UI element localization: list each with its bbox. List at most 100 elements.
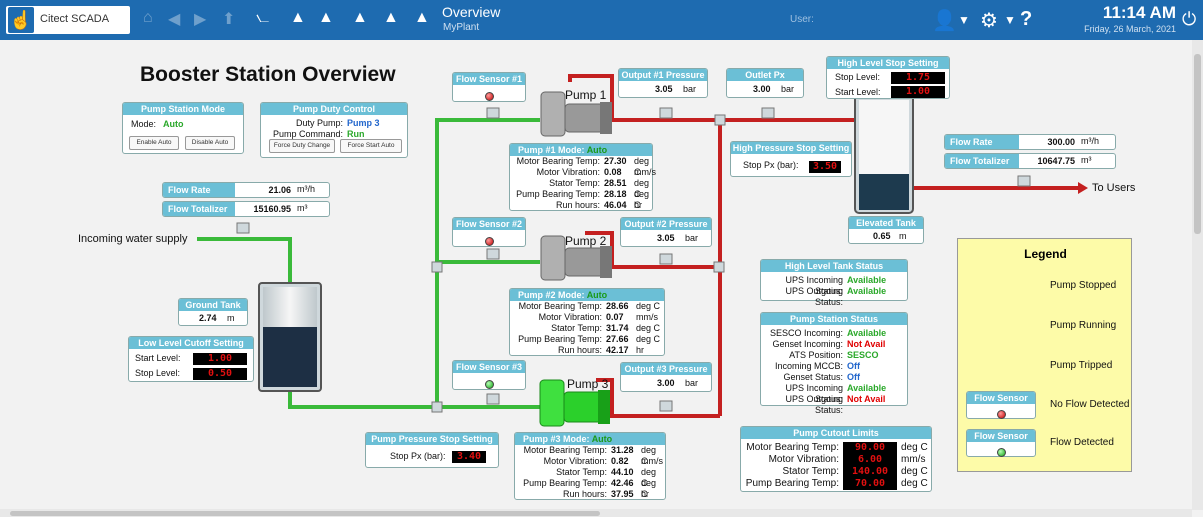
gear-icon[interactable]: ⚙ <box>980 8 998 33</box>
panel-header: Elevated Tank <box>849 217 923 229</box>
elevated-tank <box>854 94 914 214</box>
inlet-flow-rate: Flow Rate 21.06 m³/h <box>162 182 330 198</box>
row-unit: hr <box>636 345 645 355</box>
row-value: 28.51 <box>604 178 627 188</box>
elevated-tank-level: 0.65 <box>873 231 891 241</box>
alarm-icon[interactable]: ▲ <box>290 9 306 27</box>
status-value: Available <box>847 286 887 296</box>
row-label: Motor Bearing Temp: <box>518 301 602 311</box>
pump-2-label: Pump 2 <box>565 234 607 248</box>
row-unit: hr <box>641 489 650 499</box>
flow-rate-label: Flow Rate <box>163 183 235 197</box>
row-label: Pump Bearing Temp: <box>523 478 607 488</box>
flow-rate-unit: m³/h <box>297 184 315 194</box>
high-level-stop-panel: High Level Stop Setting Stop Level: 1.75… <box>826 56 950 99</box>
row-value: 37.95 <box>611 489 634 499</box>
sensor-led-icon <box>484 92 494 101</box>
stop-level-value[interactable]: 0.50 <box>193 368 247 380</box>
row-label: Run hours: <box>555 200 600 210</box>
page-title: Booster Station Overview <box>140 63 396 86</box>
pump-mode-label: Pump #1 Mode: <box>518 145 585 155</box>
power-icon[interactable]: ⏻ <box>1182 9 1196 30</box>
row-label: Stator Temp: <box>549 178 600 188</box>
home-icon[interactable]: ⌂ <box>143 9 153 27</box>
ground-tank-unit: m <box>227 313 235 323</box>
row-value: 0.08 <box>604 167 622 177</box>
legend-flow-label: Flow Detected <box>1050 437 1114 448</box>
high-pressure-stop-panel: High Pressure Stop Setting Stop Px (bar)… <box>730 141 852 177</box>
pump-cutout-limits-panel: Pump Cutout Limits Motor Bearing Temp: de… <box>740 426 932 492</box>
limit-unit: deg C <box>901 442 928 453</box>
limit-value[interactable]: 90.00 <box>843 442 897 454</box>
stop-px-label: Stop Px (bar): <box>743 160 799 170</box>
stop-px-value[interactable]: 3.40 <box>452 451 486 463</box>
legend-title: Legend <box>1024 247 1067 261</box>
horizontal-scrollbar[interactable] <box>0 509 1192 517</box>
inlet-flow-totalizer: Flow Totalizer 15160.95 m³ <box>162 201 330 217</box>
status-label: Genset Status: <box>783 372 843 382</box>
flow-totalizer-value: 10647.75 <box>1037 156 1075 166</box>
status-label: ATS Position: <box>789 350 843 360</box>
flow-sensor-2: Flow Sensor #2 <box>452 217 526 247</box>
start-level-value[interactable]: 1.00 <box>891 86 945 98</box>
alarm-info-icon[interactable]: ▲ <box>318 9 334 27</box>
forward-icon[interactable]: ▶ <box>194 9 206 29</box>
panel-header: Output #1 Pressure <box>619 69 707 81</box>
legend-running-label: Pump Running <box>1050 320 1117 331</box>
user-icon[interactable]: 👤 <box>932 8 957 33</box>
row-label: Motor Bearing Temp: <box>523 445 607 455</box>
vertical-scrollbar[interactable] <box>1192 40 1203 510</box>
pump-mode-header: Pump #1 Mode: Auto <box>510 144 652 156</box>
outlet-px-value: 3.00 <box>753 84 771 94</box>
force-start-auto-button[interactable]: Force Start Auto <box>340 139 402 153</box>
duty-pump-value: Pump 3 <box>347 118 380 128</box>
trend-icon[interactable]: ⦦ <box>256 9 269 27</box>
back-icon[interactable]: ◀ <box>168 9 180 29</box>
limit-label: Pump Bearing Temp: <box>745 478 839 489</box>
row-value: 46.04 <box>604 200 627 210</box>
stop-level-label: Stop Level: <box>835 72 881 82</box>
row-unit: mm/s <box>634 167 656 177</box>
chevron-down-icon[interactable]: ▼ <box>1004 13 1016 27</box>
to-users-label: To Users <box>1092 182 1136 194</box>
chevron-down-icon[interactable]: ▼ <box>958 13 970 27</box>
alarm-sop-icon[interactable]: ▲ <box>414 9 430 27</box>
scroll-thumb[interactable] <box>1194 54 1201 234</box>
status-value: Available <box>847 328 887 338</box>
limit-unit: deg C <box>901 466 928 477</box>
panel-header: High Pressure Stop Setting <box>731 142 851 154</box>
limit-label: Stator Temp: <box>782 466 839 477</box>
row-value: 28.18 <box>604 189 627 199</box>
clock-time: 11:14 AM <box>1102 3 1176 22</box>
up-icon[interactable]: ⬆ <box>222 9 235 29</box>
pump-mode-value: Auto <box>586 290 608 300</box>
force-duty-change-button[interactable]: Force Duty Change <box>269 139 335 153</box>
output-1-pressure: Output #1 Pressure 3.05 bar <box>618 68 708 98</box>
enable-auto-button[interactable]: Enable Auto <box>129 136 179 150</box>
alarm-summary-icon[interactable]: ▲ <box>383 9 399 27</box>
help-icon[interactable]: ? <box>1020 8 1032 31</box>
duty-pump-label: Duty Pump: <box>295 118 343 128</box>
stop-level-value[interactable]: 1.75 <box>891 72 945 84</box>
scroll-thumb[interactable] <box>10 511 600 516</box>
limit-value[interactable]: 6.00 <box>843 454 897 466</box>
clock-date: Friday, 26 March, 2021 <box>1084 24 1176 34</box>
pump-1-info-panel: Pump #1 Mode: Auto Motor Bearing Temp: 27… <box>509 143 656 211</box>
flow-rate-label: Flow Rate <box>945 135 1019 149</box>
stop-px-value[interactable]: 3.50 <box>809 161 841 173</box>
brand-logo[interactable]: ☝ Citect SCADA <box>6 6 130 34</box>
limit-value[interactable]: 70.00 <box>843 478 897 490</box>
stop-level-label: Stop Level: <box>135 368 181 378</box>
pump-1-label: Pump 1 <box>565 88 607 102</box>
panel-header: Low Level Cutoff Setting <box>129 337 253 349</box>
row-value: 0.82 <box>611 456 629 466</box>
mode-label: Mode: <box>131 119 157 129</box>
limit-value[interactable]: 140.00 <box>843 466 897 478</box>
alarm-disabled-icon[interactable]: ▲ <box>352 9 368 27</box>
panel-header: Pump Cutout Limits <box>741 427 931 439</box>
legend-no-flow-label: No Flow Detected <box>1050 399 1130 410</box>
panel-header: Pump Station Mode <box>123 103 243 115</box>
disable-auto-button[interactable]: Disable Auto <box>185 136 235 150</box>
panel-header: Flow Sensor <box>967 392 1035 404</box>
start-level-value[interactable]: 1.00 <box>193 353 247 365</box>
